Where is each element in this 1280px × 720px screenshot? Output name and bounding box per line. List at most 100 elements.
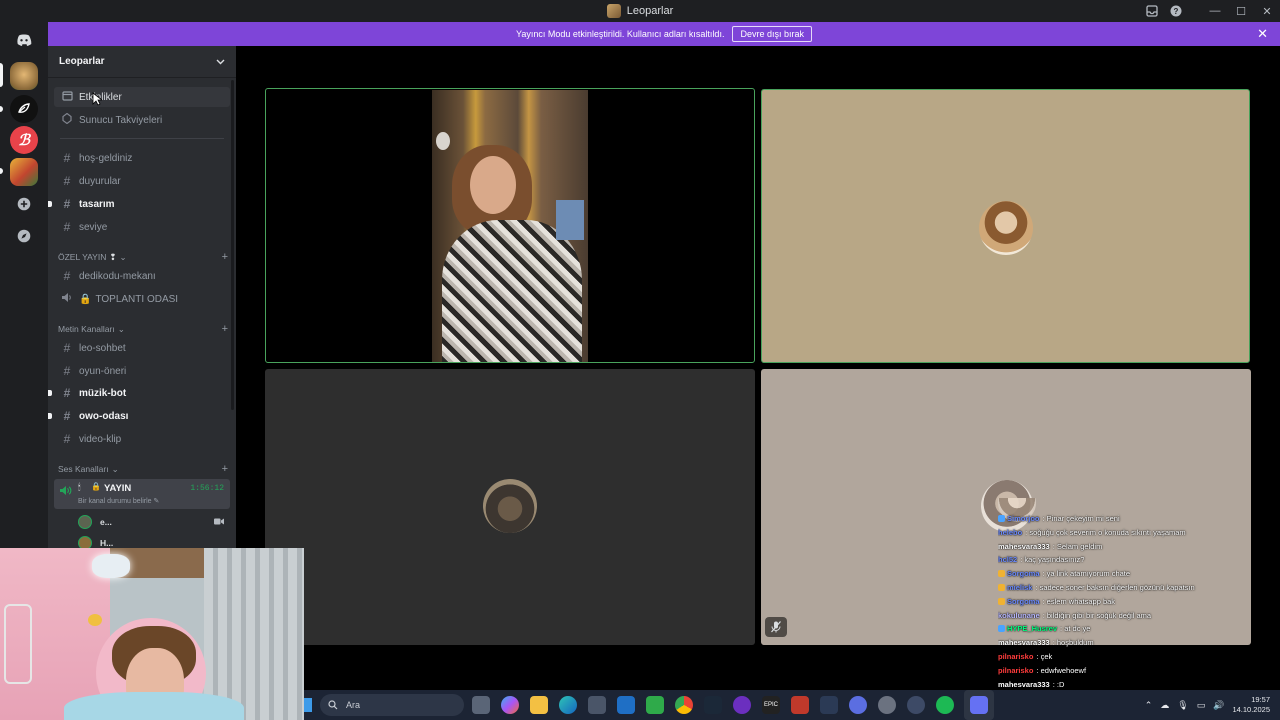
- system-tray: ⌃ ☁ 🎙 ▭ 🔊 19:57 14.10.2025: [1145, 690, 1270, 720]
- channel-hos-geldiniz[interactable]: # hoş-geldiniz: [54, 148, 230, 168]
- file-explorer-icon[interactable]: [530, 696, 548, 714]
- chevron-down-icon: ⌄: [111, 463, 119, 474]
- obs-icon[interactable]: [878, 696, 896, 714]
- volume-icon[interactable]: 🔊: [1213, 700, 1224, 711]
- chat-text: : kaç yaşındasınız?: [1020, 555, 1085, 565]
- taskbar-search[interactable]: Ara: [320, 694, 464, 716]
- speaker-live-icon: [59, 483, 72, 501]
- hash-icon: #: [63, 220, 71, 234]
- category-title: Ses Kanalları ⌄: [58, 464, 119, 475]
- chevron-up-icon[interactable]: ⌃: [1145, 700, 1153, 711]
- steam-icon[interactable]: [704, 696, 722, 714]
- hash-icon: #: [63, 197, 71, 211]
- sidebar-scrollbar[interactable]: [231, 80, 234, 410]
- app-red-icon[interactable]: [791, 696, 809, 714]
- add-server-icon[interactable]: [10, 190, 38, 218]
- video-tile-avatar-2[interactable]: [265, 369, 755, 645]
- hash-icon: #: [63, 341, 71, 355]
- close-window-button[interactable]: ✕: [1254, 0, 1280, 22]
- chat-text: : Pinar çekeyim mi seni: [1042, 514, 1120, 523]
- chat-username: HYPE_Husrev: [1007, 624, 1058, 634]
- channel-toplanti-odasi[interactable]: 🔒 TOPLANTI ODASI: [54, 289, 230, 309]
- epic-games-icon[interactable]: EPIC: [762, 696, 780, 714]
- channel-label: TOPLANTI ODASI: [95, 293, 179, 305]
- chrome-icon[interactable]: [675, 696, 693, 714]
- copilot-icon[interactable]: [501, 696, 519, 714]
- category-ses[interactable]: Ses Kanalları ⌄ +: [58, 462, 228, 476]
- voice-user[interactable]: e...: [78, 513, 228, 531]
- chat-text: : çek: [1036, 652, 1053, 661]
- channel-duyurular[interactable]: # duyurular: [54, 171, 230, 191]
- voice-status-label: Bir kanal durumu belirle: [78, 498, 152, 505]
- channel-owo-odasi[interactable]: # owo-odası: [48, 406, 230, 426]
- minimize-button[interactable]: —: [1202, 0, 1228, 22]
- channel-label: leo-sohbet: [79, 342, 126, 354]
- add-channel-icon[interactable]: +: [222, 251, 228, 263]
- maximize-button[interactable]: ☐: [1228, 0, 1254, 22]
- mic-icon[interactable]: 🎙: [1177, 700, 1188, 711]
- svg-text:?: ?: [1174, 7, 1179, 16]
- lock-icon: 🔒: [91, 482, 101, 491]
- channel-oyun-oneri[interactable]: # oyun-öneri: [54, 361, 230, 381]
- app-whale-icon[interactable]: [820, 696, 838, 714]
- channel-muzik-bot[interactable]: # müzik-bot: [48, 383, 230, 403]
- hoodie-shape: [64, 692, 244, 720]
- channel-video-klip[interactable]: # video-klip: [54, 429, 230, 449]
- channel-label: seviye: [79, 221, 108, 233]
- edge-icon[interactable]: [559, 696, 577, 714]
- chat-username: helebo: [998, 527, 1023, 537]
- start-button[interactable]: [304, 698, 312, 712]
- add-channel-icon[interactable]: +: [222, 463, 228, 475]
- chat-message: helebo: soğuğu çok severim o konuda sıkı…: [998, 526, 1186, 539]
- sidebar-item-events[interactable]: Etkinlikler: [54, 87, 230, 107]
- cloud-icon[interactable]: ☁: [1160, 700, 1169, 711]
- server-b-icon[interactable]: ℬ: [10, 126, 38, 154]
- disable-streamer-mode-button[interactable]: Devre dışı bırak: [732, 26, 812, 42]
- chat-message: Simorjoo: Pinar çekeyim mi seni: [998, 512, 1120, 525]
- channel-dedikodu-mekani[interactable]: # dedikodu-mekanı: [54, 266, 230, 286]
- video-tile-avatar-1[interactable]: [761, 89, 1250, 363]
- store-icon[interactable]: [588, 696, 606, 714]
- decor-shape: [88, 614, 102, 626]
- hash-icon: #: [63, 432, 71, 446]
- channel-leo-sohbet[interactable]: # leo-sohbet: [54, 338, 230, 358]
- category-metin[interactable]: Metin Kanalları ⌄ +: [58, 322, 228, 336]
- app-blue-icon[interactable]: [849, 696, 867, 714]
- server-leoparlar-icon[interactable]: [10, 62, 38, 90]
- video-tile-camera[interactable]: [265, 88, 755, 363]
- chat-message: mahesvara333: hoşbuldum: [998, 636, 1094, 649]
- voice-channel-yayin[interactable]: 🕯 🔒 YAYIN 1:56:12 Bir kanal durumu belir…: [54, 479, 230, 509]
- channel-label: tasarım: [79, 198, 115, 210]
- inbox-icon[interactable]: [1140, 0, 1164, 22]
- camera-icon: [214, 518, 224, 527]
- server-header[interactable]: Leoparlar: [48, 46, 236, 78]
- clock-date: 14.10.2025: [1232, 705, 1270, 714]
- voice-status-placeholder[interactable]: Bir kanal durumu belirle ✎: [78, 497, 159, 505]
- add-channel-icon[interactable]: +: [222, 323, 228, 335]
- channel-seviye[interactable]: # seviye: [54, 217, 230, 237]
- clock[interactable]: 19:57 14.10.2025: [1232, 695, 1270, 715]
- chat-username: mielisk: [1007, 583, 1033, 592]
- app-gray-icon[interactable]: [907, 696, 925, 714]
- xbox-icon[interactable]: [646, 696, 664, 714]
- spotify-icon[interactable]: [936, 696, 954, 714]
- voice-channel-name: YAYIN: [104, 483, 132, 494]
- help-icon[interactable]: ?: [1164, 0, 1188, 22]
- chat-username: pilnarisko: [998, 665, 1034, 675]
- app-purple-icon[interactable]: [733, 696, 751, 714]
- outlook-icon[interactable]: [617, 696, 635, 714]
- channel-tasarim[interactable]: # tasarım: [48, 194, 230, 214]
- speaker-icon: [60, 292, 74, 306]
- chat-text: : Selam geldim: [1052, 541, 1103, 551]
- display-icon[interactable]: ▭: [1197, 700, 1206, 711]
- category-ozel-yayin[interactable]: ÖZEL YAYIN ❢ ⌄ +: [58, 250, 228, 264]
- discord-home-icon[interactable]: [10, 26, 38, 54]
- task-view-icon[interactable]: [472, 696, 490, 714]
- chat-badge-icon: [998, 570, 1005, 578]
- discover-icon[interactable]: [10, 222, 38, 250]
- close-banner-icon[interactable]: ✕: [1257, 26, 1268, 42]
- server-leaf-icon[interactable]: [10, 95, 38, 123]
- sidebar-item-boosts[interactable]: Sunucu Takviyeleri: [54, 110, 230, 130]
- server-game-icon[interactable]: [10, 158, 38, 186]
- chat-username: mahesvara333: [998, 679, 1050, 689]
